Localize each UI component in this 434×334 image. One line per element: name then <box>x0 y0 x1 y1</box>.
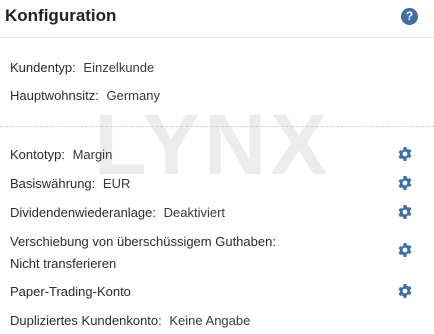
paper-trading-label: Paper-Trading-Konto <box>10 284 131 299</box>
configuration-panel: Konfiguration ? LYNX Kundentyp: Einzelku… <box>0 0 434 334</box>
panel-header: Konfiguration ? <box>0 0 434 38</box>
base-currency-gear-icon[interactable] <box>397 175 413 191</box>
section-divider <box>0 126 434 127</box>
account-type-row: Kontotyp: Margin <box>10 147 112 162</box>
residence-row: Hauptwohnsitz: Germany <box>10 88 160 103</box>
residence-value: Germany <box>106 88 160 103</box>
account-type-value: Margin <box>72 147 113 162</box>
customer-type-row: Kundentyp: Einzelkunde <box>10 60 154 75</box>
duplicate-account-row: Dupliziertes Kundenkonto: Keine Angabe <box>10 313 250 328</box>
excess-transfer-gear-icon[interactable] <box>397 242 413 258</box>
dividend-reinvest-label: Dividendenwiederanlage: <box>10 205 156 220</box>
paper-trading-gear-icon[interactable] <box>397 283 413 299</box>
base-currency-label: Basiswährung: <box>10 176 96 191</box>
dividend-reinvest-gear-icon[interactable] <box>397 204 413 220</box>
account-type-label: Kontotyp: <box>10 147 65 162</box>
dividend-reinvest-row: Dividendenwiederanlage: Deaktiviert <box>10 205 225 220</box>
account-type-gear-icon[interactable] <box>397 146 413 162</box>
customer-type-label: Kundentyp: <box>10 60 76 75</box>
duplicate-account-value: Keine Angabe <box>169 313 251 328</box>
excess-transfer-value: Nicht transferieren <box>10 256 117 271</box>
base-currency-row: Basiswährung: EUR <box>10 176 130 191</box>
question-circle-icon[interactable]: ? <box>401 8 418 25</box>
panel-title: Konfiguration <box>5 6 117 25</box>
dividend-reinvest-value: Deaktiviert <box>163 205 226 220</box>
excess-transfer-label: Verschiebung von überschüssigem Guthaben… <box>10 234 276 249</box>
duplicate-account-label: Dupliziertes Kundenkonto: <box>10 313 162 328</box>
residence-label: Hauptwohnsitz: <box>10 88 99 103</box>
base-currency-value: EUR <box>102 176 131 191</box>
customer-type-value: Einzelkunde <box>83 60 155 75</box>
